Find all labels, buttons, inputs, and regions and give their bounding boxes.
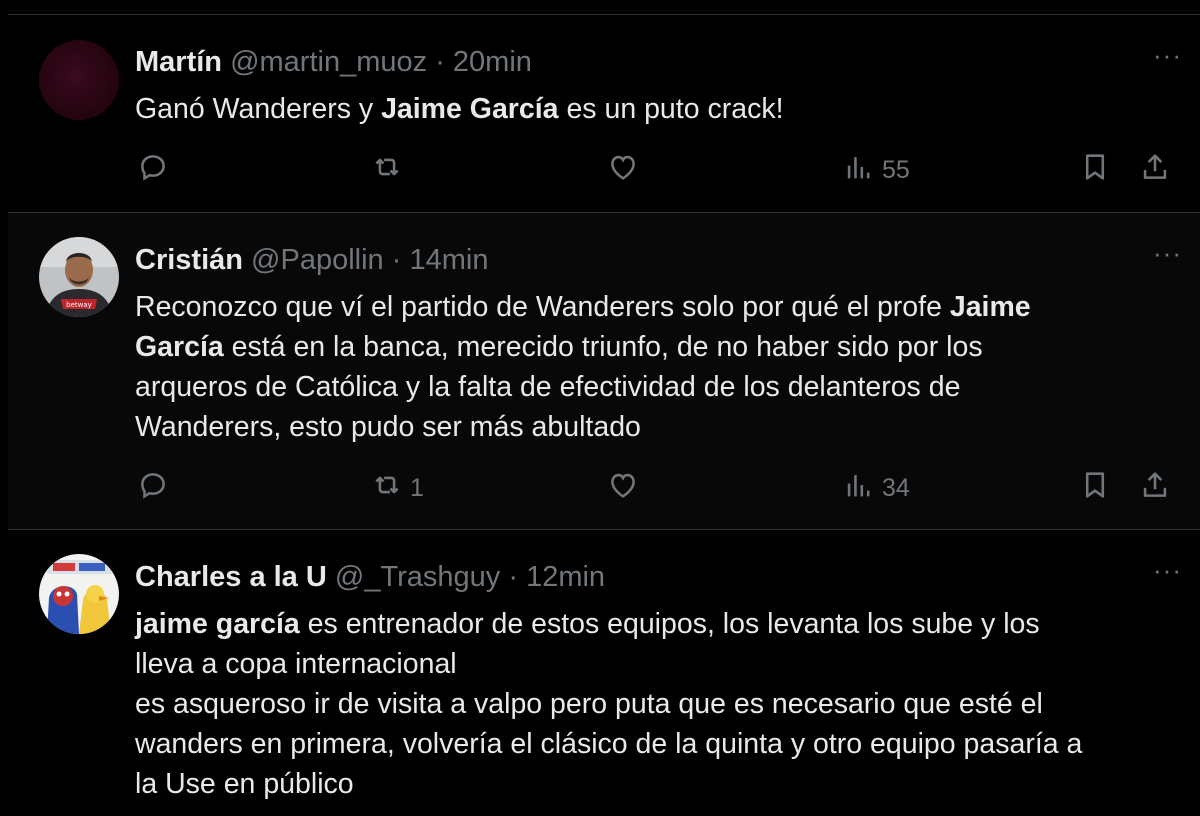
more-options-icon[interactable]: ··· xyxy=(1153,42,1182,68)
timeline: Martín @martin_muoz · 20min ··· Ganó Wan… xyxy=(0,0,1200,816)
tweet-header: Cristián @Papollin · 14min xyxy=(135,244,488,277)
author-handle[interactable]: @_Trashguy xyxy=(335,561,500,593)
text-segment: Ganó Wanderers y xyxy=(135,93,382,125)
tweet-text: Ganó Wanderers y Jaime García es un puto… xyxy=(135,89,1185,129)
reply-icon xyxy=(136,468,170,509)
share-icon xyxy=(1138,150,1172,191)
tweet-text-line: es asqueroso ir de visita a valpo pero p… xyxy=(135,684,1185,724)
share-button[interactable] xyxy=(1138,468,1172,509)
avatar[interactable] xyxy=(39,554,119,634)
highlighted-text: Jaime García xyxy=(381,93,559,125)
bookmark-icon xyxy=(1078,150,1112,191)
text-segment: wanders en primera, volvería el clásico … xyxy=(135,728,1083,760)
highlighted-text: jaime garcía xyxy=(135,608,300,640)
action-bar: 55 xyxy=(8,150,1200,190)
retweet-count: 1 xyxy=(410,474,424,502)
avatar[interactable]: betway xyxy=(39,237,119,317)
tweet-text: Reconozco que ví el partido de Wanderers… xyxy=(135,287,1185,447)
separator-dot: · xyxy=(391,244,402,276)
tweet[interactable]: Charles a la U @_Trashguy · 12min ··· ja… xyxy=(8,530,1200,816)
separator-dot: · xyxy=(508,561,519,593)
svg-text:betway: betway xyxy=(66,301,92,309)
retweet-button[interactable] xyxy=(370,150,410,191)
heart-icon xyxy=(606,150,640,191)
timestamp[interactable]: 20min xyxy=(453,46,532,78)
views-icon xyxy=(842,468,876,509)
highlighted-text: Jaime xyxy=(949,291,1031,323)
tweet[interactable]: betway Cristián @Papollin · 14min ··· Re… xyxy=(8,213,1200,530)
tweet-text-line: jaime garcía es entrenador de estos equi… xyxy=(135,604,1185,644)
more-options-icon[interactable]: ··· xyxy=(1153,557,1182,583)
tweet[interactable]: Martín @martin_muoz · 20min ··· Ganó Wan… xyxy=(8,15,1200,213)
text-segment: Wanderers, esto pudo ser más abultado xyxy=(135,411,641,443)
avatar[interactable] xyxy=(39,40,119,120)
views-button[interactable]: 55 xyxy=(842,150,910,191)
text-segment: es un puto crack! xyxy=(558,93,784,125)
separator-dot: · xyxy=(435,46,445,78)
share-icon xyxy=(1138,468,1172,509)
tweet-text-line: wanders en primera, volvería el clásico … xyxy=(135,724,1185,764)
reply-button[interactable] xyxy=(136,150,176,191)
tweet-text-line: la Use en público xyxy=(135,764,1185,804)
bookmark-button[interactable] xyxy=(1078,468,1112,509)
like-button[interactable] xyxy=(606,468,646,509)
tweet-text-line: Reconozco que ví el partido de Wanderers… xyxy=(135,287,1185,327)
author-name[interactable]: Charles a la U xyxy=(135,561,327,593)
views-button[interactable]: 34 xyxy=(842,468,910,509)
text-segment: la Use en público xyxy=(135,768,354,800)
author-handle[interactable]: @Papollin xyxy=(251,244,384,276)
text-segment: lleva a copa internacional xyxy=(135,648,457,680)
tweet-header: Charles a la U @_Trashguy · 12min xyxy=(135,561,605,594)
tweet-text-line: Ganó Wanderers y Jaime García es un puto… xyxy=(135,89,1185,129)
retweet-button[interactable]: 1 xyxy=(370,468,424,509)
text-segment: arqueros de Católica y la falta de efect… xyxy=(135,371,961,403)
more-options-icon[interactable]: ··· xyxy=(1153,240,1182,266)
retweet-icon xyxy=(370,150,404,191)
timestamp[interactable]: 14min xyxy=(409,244,488,276)
highlighted-text: García xyxy=(135,331,224,363)
tweet-text-line: lleva a copa internacional xyxy=(135,644,1185,684)
tweet-text-line: arqueros de Católica y la falta de efect… xyxy=(135,367,1185,407)
timestamp[interactable]: 12min xyxy=(526,561,605,593)
text-segment: Reconozco que ví el partido de Wanderers… xyxy=(135,291,950,323)
bookmark-button[interactable] xyxy=(1078,150,1112,191)
tweet-header: Martín @martin_muoz · 20min xyxy=(135,46,532,79)
view-count: 55 xyxy=(882,156,910,184)
text-segment: está en la banca, merecido triunfo, de n… xyxy=(223,331,983,363)
text-segment: es asqueroso ir de visita a valpo pero p… xyxy=(135,688,1043,720)
reply-button[interactable] xyxy=(136,468,176,509)
tweet-text-line: Wanderers, esto pudo ser más abultado xyxy=(135,407,1185,447)
tweet-text: jaime garcía es entrenador de estos equi… xyxy=(135,604,1185,804)
reply-icon xyxy=(136,150,170,191)
retweet-icon xyxy=(370,468,404,509)
views-icon xyxy=(842,150,876,191)
action-bar: 1 34 xyxy=(8,468,1200,508)
share-button[interactable] xyxy=(1138,150,1172,191)
bookmark-icon xyxy=(1078,468,1112,509)
text-segment: es entrenador de estos equipos, los leva… xyxy=(299,608,1040,640)
tweet-text-line: García está en la banca, merecido triunf… xyxy=(135,327,1185,367)
author-name[interactable]: Martín xyxy=(135,46,222,78)
view-count: 34 xyxy=(882,474,910,502)
author-name[interactable]: Cristián xyxy=(135,244,243,276)
heart-icon xyxy=(606,468,640,509)
like-button[interactable] xyxy=(606,150,646,191)
author-handle[interactable]: @martin_muoz xyxy=(230,46,427,78)
